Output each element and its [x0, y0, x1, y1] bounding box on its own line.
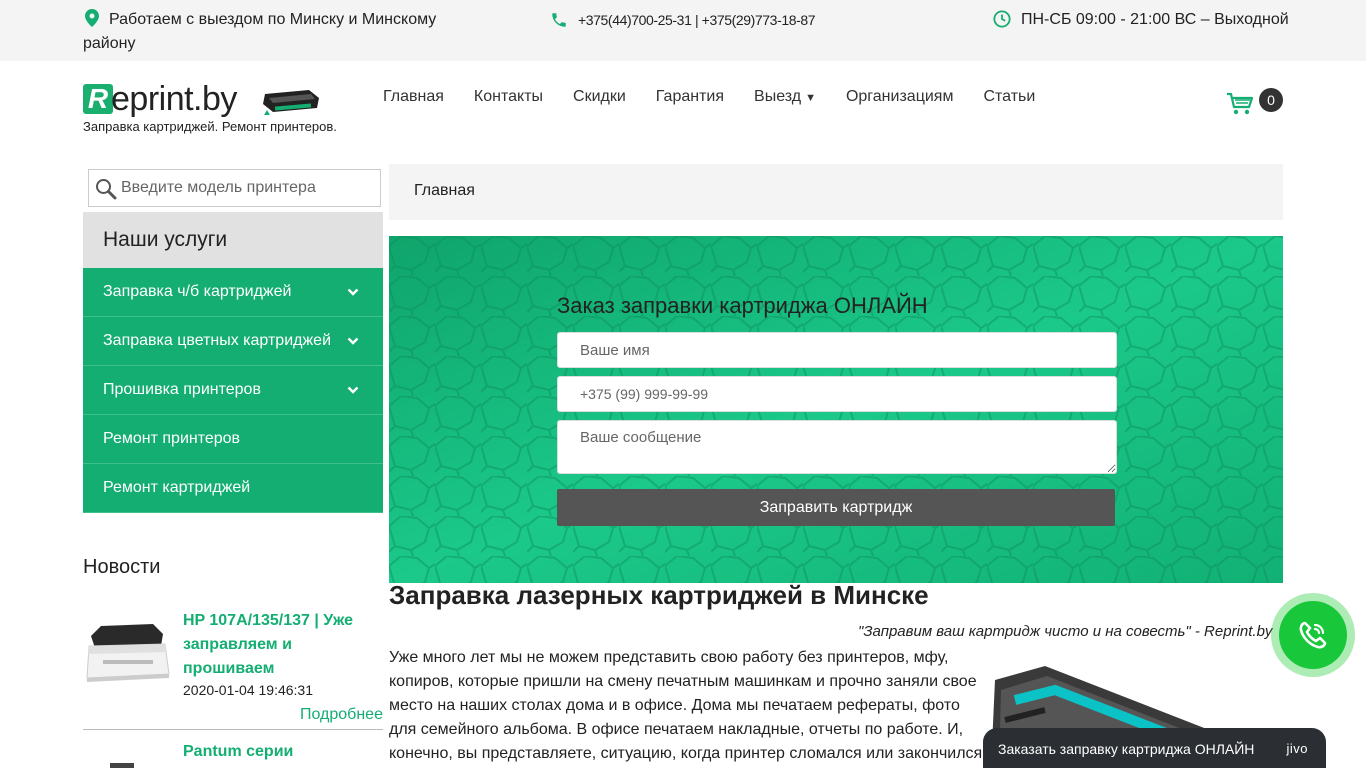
address-text: Работаем с выездом по Минску и Минскому … [83, 11, 437, 52]
nav-visit[interactable]: Выезд ▼ [754, 86, 816, 109]
service-item-firmware[interactable]: Прошивка принтеров [83, 366, 383, 415]
phone-icon [552, 13, 566, 27]
breadcrumb[interactable]: Главная [389, 164, 1283, 220]
shopping-cart-icon [1227, 92, 1254, 115]
nav-discounts[interactable]: Скидки [573, 86, 626, 109]
chevron-down-icon [347, 386, 359, 394]
callback-button-inner [1279, 601, 1347, 669]
news-item-title[interactable]: HP 107A/135/137 | Уже заправляем и проши… [183, 609, 383, 681]
site-logo[interactable]: R eprint.by [83, 80, 383, 120]
order-form-banner: Заказ заправки картриджа ОНЛАЙН Заправит… [389, 236, 1283, 583]
services-menu: Заправка ч/б картриджей Заправка цветных… [83, 268, 383, 513]
nav-visit-label: Выезд [754, 88, 802, 105]
cartridge-logo-icon [263, 90, 319, 115]
news-item-title[interactable]: Pantum серии BP/BM2300 - [183, 740, 383, 768]
nav-contacts[interactable]: Контакты [474, 86, 543, 109]
search-icon [96, 179, 117, 200]
clock-icon [993, 10, 1011, 28]
chevron-down-icon [347, 288, 359, 296]
service-item-printer-repair[interactable]: Ремонт принтеров [83, 415, 383, 464]
printer-search-input[interactable] [121, 170, 376, 206]
main-nav: Главная Контакты Скидки Гарантия Выезд ▼ … [383, 86, 1065, 109]
page-heading: Заправка лазерных картриджей в Минске [389, 580, 929, 610]
cart-button[interactable]: 0 [1226, 88, 1286, 118]
news-read-more-link[interactable]: Подробнее [300, 706, 383, 724]
caret-down-icon: ▼ [805, 92, 816, 104]
callback-button[interactable] [1271, 593, 1355, 677]
logo-text: eprint.by [111, 80, 237, 118]
news-item-date: 2020-01-04 19:46:31 [183, 682, 313, 698]
phone-input[interactable] [557, 376, 1117, 412]
chat-widget-label: Заказать заправку картриджа ОНЛАЙН [998, 741, 1255, 757]
printer-search [88, 169, 381, 207]
service-item-label: Заправка ч/б картриджей [103, 283, 292, 300]
name-input[interactable] [557, 332, 1117, 368]
service-item-color-refill[interactable]: Заправка цветных картриджей [83, 317, 383, 366]
service-item-label: Ремонт картриджей [103, 479, 251, 496]
phone-icon [1299, 621, 1327, 649]
news-divider [83, 729, 383, 730]
chat-brand-logo: jivo [1286, 741, 1308, 756]
service-item-label: Ремонт принтеров [103, 430, 241, 447]
phone-info: +375(44)700-25-31 | +375(29)773-18-87 [550, 8, 816, 32]
location-pin-icon [85, 9, 99, 27]
nav-articles[interactable]: Статьи [983, 86, 1035, 109]
news-title: Новости [83, 556, 161, 578]
chat-widget-bar[interactable]: Заказать заправку картриджа ОНЛАЙН jivo [983, 728, 1326, 768]
logo-letter: R [83, 84, 113, 114]
nav-warranty[interactable]: Гарантия [656, 86, 724, 109]
service-item-label: Заправка цветных картриджей [103, 332, 332, 349]
printer-image [110, 763, 134, 768]
nav-organizations[interactable]: Организациям [846, 86, 954, 109]
service-item-label: Прошивка принтеров [103, 381, 261, 398]
order-form-title: Заказ заправки картриджа ОНЛАЙН [557, 293, 928, 318]
hours-info: ПН-СБ 09:00 - 21:00 ВС – Выходной [993, 8, 1289, 32]
printer-image [86, 624, 170, 682]
message-textarea[interactable] [557, 420, 1117, 474]
chevron-down-icon [347, 337, 359, 345]
nav-home[interactable]: Главная [383, 86, 444, 109]
submit-order-button[interactable]: Заправить картридж [557, 489, 1115, 526]
address-info: Работаем с выездом по Минску и Минскому … [83, 8, 463, 56]
intro-paragraph: Уже много лет мы не можем представить св… [389, 649, 983, 762]
hours-text: ПН-СБ 09:00 - 21:00 ВС – Выходной [1021, 11, 1289, 28]
service-item-bw-refill[interactable]: Заправка ч/б картриджей [83, 268, 383, 317]
phone-numbers[interactable]: +375(44)700-25-31 | +375(29)773-18-87 [578, 12, 816, 28]
site-tagline: Заправка картриджей. Ремонт принтеров. [83, 119, 337, 134]
services-title: Наши услуги [83, 212, 383, 268]
service-item-cartridge-repair[interactable]: Ремонт картриджей [83, 464, 383, 513]
cart-count-badge: 0 [1259, 88, 1283, 112]
slogan-quote: "Заправим ваш картридж чисто и на совест… [858, 623, 1273, 640]
top-bar: Работаем с выездом по Минску и Минскому … [0, 0, 1366, 61]
